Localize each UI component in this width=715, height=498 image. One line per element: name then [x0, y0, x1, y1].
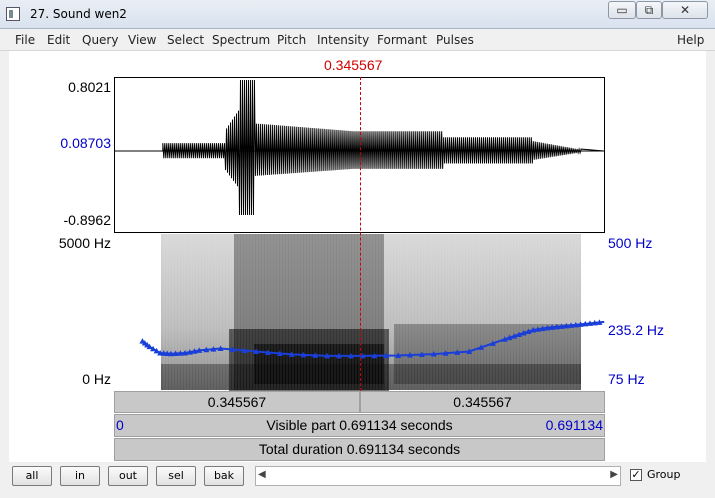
app-icon[interactable] [6, 7, 20, 21]
visible-end-label: 0.691134 [545, 417, 603, 433]
minimize-icon: ▭ [616, 3, 628, 17]
window-title: 27. Sound wen2 [30, 7, 127, 21]
menu-edit[interactable]: Edit [47, 33, 70, 47]
visible-part-label: Visible part 0.691134 seconds [266, 417, 453, 433]
waveform-min-label: -0.8962 [63, 212, 111, 228]
pitch-bottom-label: 75 Hz [608, 371, 645, 387]
spectrogram-texture [161, 234, 581, 391]
right-selection-bar[interactable]: 0.345567 [360, 391, 605, 413]
left-selection-label: 0.345567 [207, 394, 267, 410]
menu-intensity[interactable]: Intensity [317, 33, 369, 47]
menu-help[interactable]: Help [677, 33, 704, 47]
pitch-top-label: 500 Hz [608, 235, 653, 251]
in-button[interactable]: in [60, 466, 100, 486]
cursor-line [360, 77, 361, 391]
group-checkbox[interactable]: ✓ [630, 469, 642, 481]
maximize-icon: ⧉ [644, 3, 654, 17]
menu-formant[interactable]: Formant [377, 33, 427, 47]
sel-button[interactable]: sel [156, 466, 196, 486]
menu-file[interactable]: File [15, 33, 35, 47]
waveform-max-label: 0.8021 [68, 79, 111, 95]
close-icon: ✕ [679, 3, 691, 17]
title-bar: 27. Sound wen2 ▭ ⧉ ✕ [0, 0, 715, 29]
minimize-button[interactable]: ▭ [608, 1, 636, 19]
spectrogram-top-freq: 5000 Hz [58, 235, 111, 251]
menu-pulses[interactable]: Pulses [436, 33, 474, 47]
menu-query[interactable]: Query [82, 33, 118, 47]
scroll-left-icon[interactable]: ◀ [258, 469, 266, 480]
close-button[interactable]: ✕ [662, 1, 708, 19]
bak-button[interactable]: bak [204, 466, 244, 486]
spectrogram-bottom-freq: 0 Hz [82, 371, 111, 387]
pitch-cursor-label: 235.2 Hz [608, 322, 665, 338]
left-selection-bar[interactable]: 0.345567 [114, 391, 360, 413]
total-duration-label: Total duration 0.691134 seconds [258, 441, 461, 457]
menu-spectrum[interactable]: Spectrum [212, 33, 270, 47]
maximize-button[interactable]: ⧉ [636, 1, 662, 19]
visible-part-bar[interactable]: 0 Visible part 0.691134 seconds 0.691134 [114, 414, 605, 437]
total-duration-bar[interactable]: Total duration 0.691134 seconds [114, 438, 605, 461]
all-button[interactable]: all [12, 466, 52, 486]
out-button[interactable]: out [108, 466, 148, 486]
right-selection-label: 0.345567 [453, 394, 512, 410]
menu-pitch[interactable]: Pitch [277, 33, 306, 47]
menu-select[interactable]: Select [167, 33, 204, 47]
group-label: Group [647, 468, 681, 481]
group-check-icon: ✓ [631, 468, 641, 481]
menu-view[interactable]: View [128, 33, 156, 47]
menu-bar: File Edit Query View Select Spectrum Pit… [0, 30, 715, 51]
scroll-right-icon[interactable]: ▶ [610, 469, 618, 480]
horizontal-scrollbar[interactable]: ◀ ▶ [255, 466, 621, 486]
cursor-time-label: 0.345567 [324, 57, 383, 73]
waveform-cursor-value: 0.08703 [60, 135, 111, 151]
